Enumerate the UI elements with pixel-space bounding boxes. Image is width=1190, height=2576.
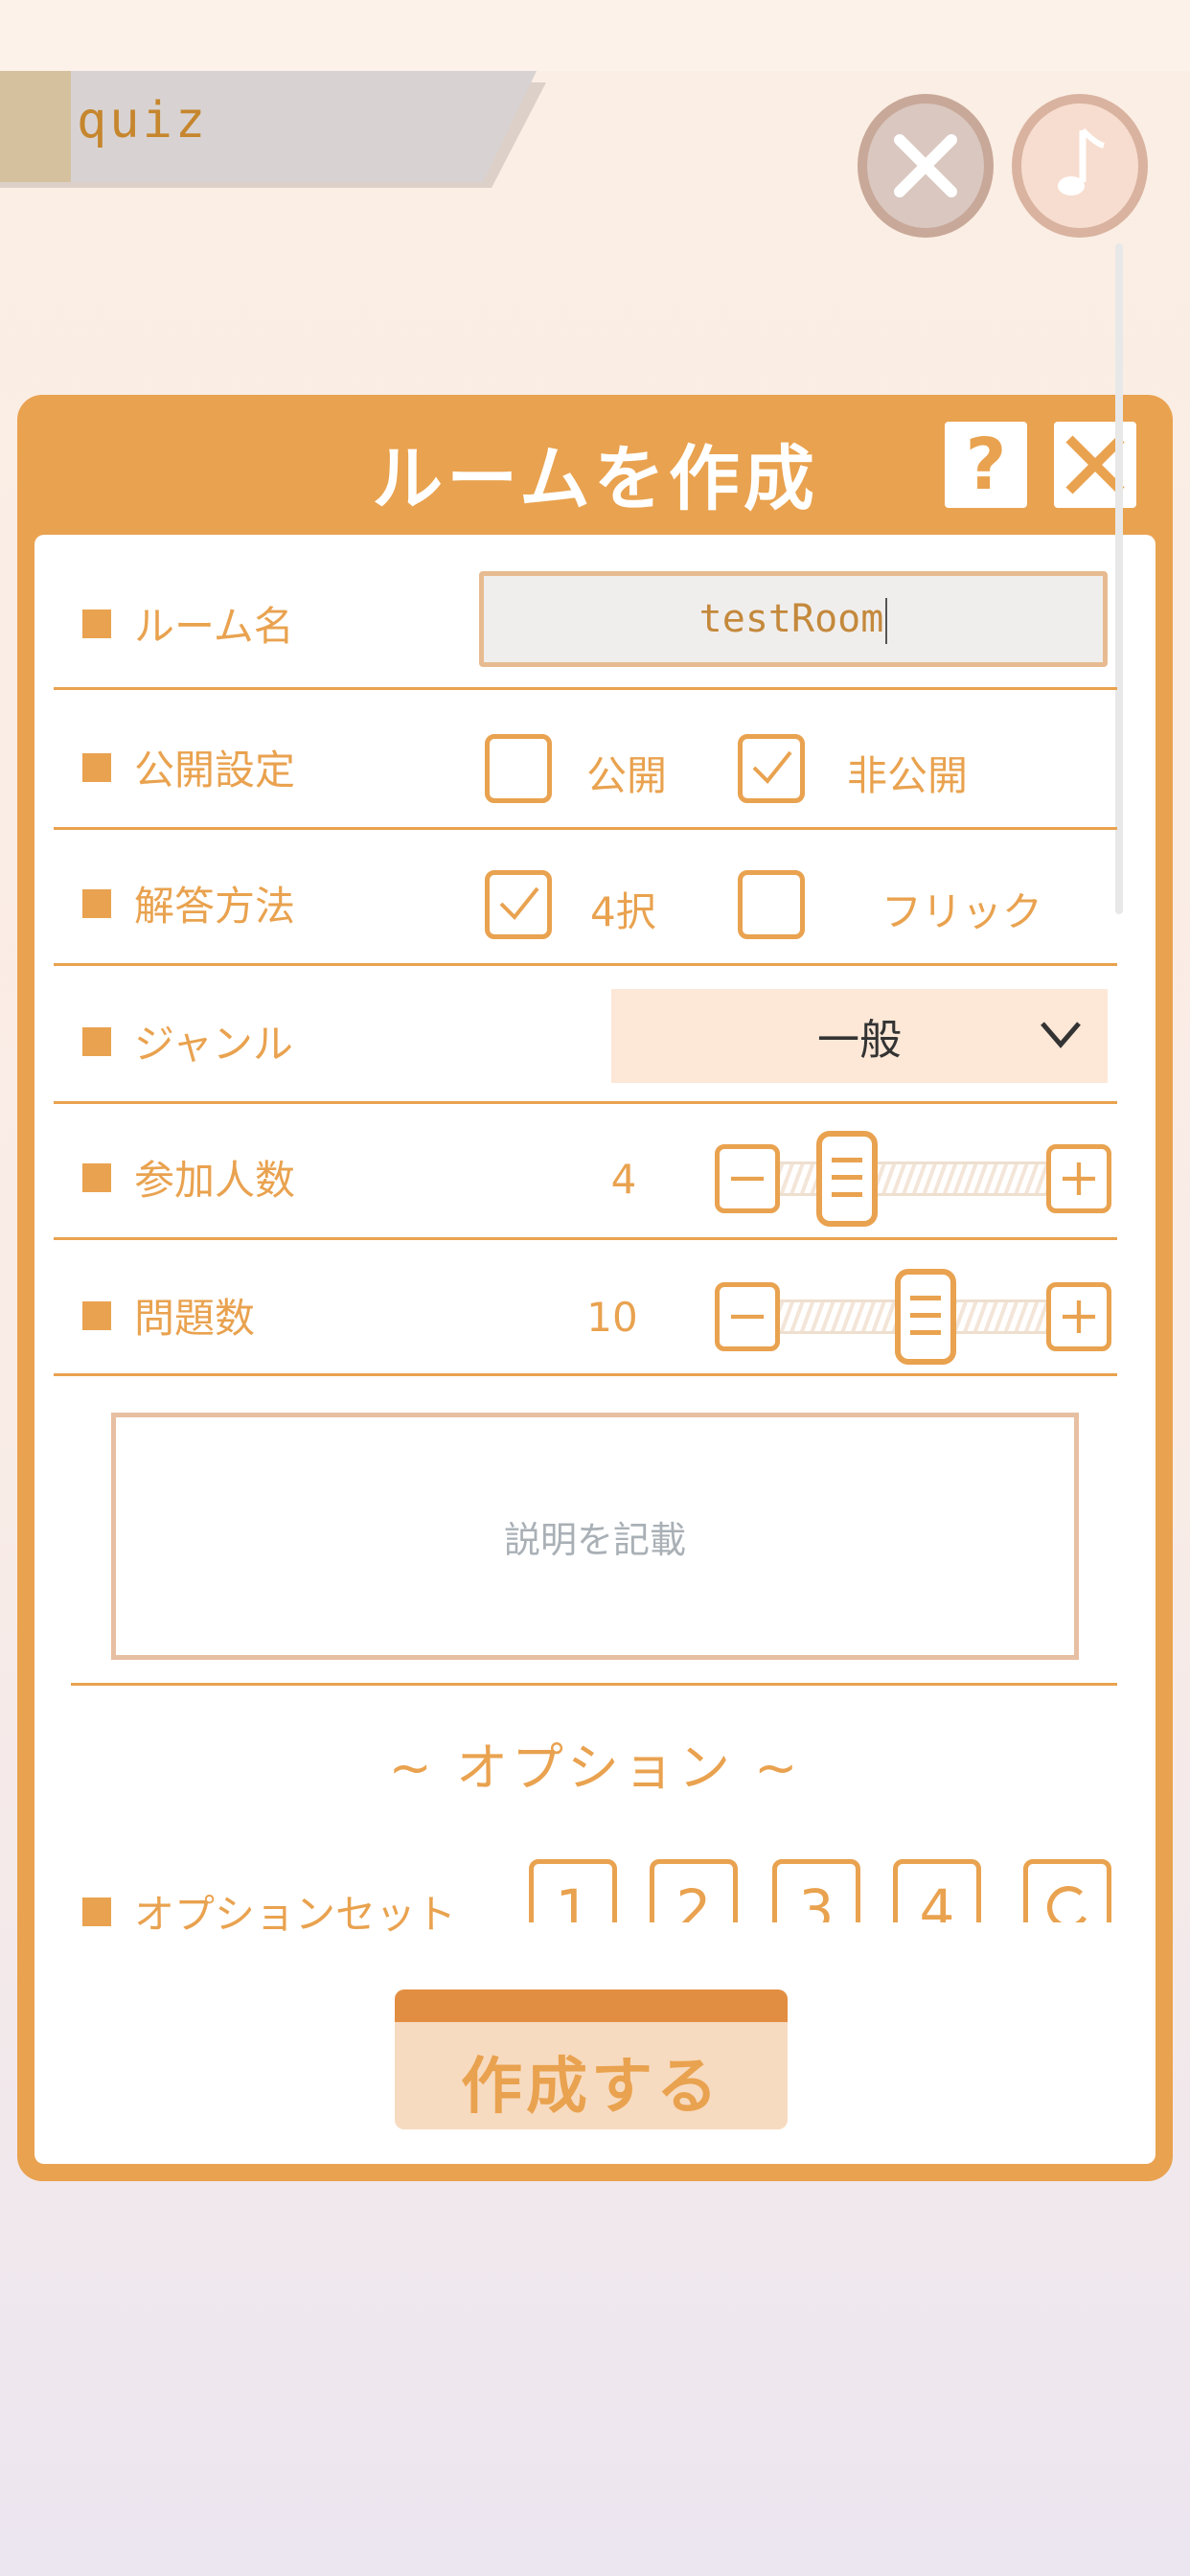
question-count-minus-button[interactable] xyxy=(715,1282,780,1351)
participants-value: 4 xyxy=(610,1156,637,1203)
question-count-value: 10 xyxy=(586,1294,638,1341)
description-textarea[interactable]: 説明を記載 xyxy=(111,1413,1079,1660)
participants-label: 参加人数 xyxy=(82,1148,295,1207)
minus-icon xyxy=(730,1314,765,1320)
options-heading: ~ オプション ~ xyxy=(388,1737,802,1798)
bullet xyxy=(82,1162,111,1192)
minus-icon xyxy=(730,1176,765,1182)
room-name-label: ルーム名 xyxy=(82,594,294,653)
check-icon xyxy=(499,886,539,920)
plus-icon xyxy=(1062,1162,1096,1196)
music-note-icon xyxy=(1058,127,1105,196)
four-choice-checkbox[interactable] xyxy=(485,870,552,939)
chevron-down-icon xyxy=(1041,1022,1081,1048)
question-count-plus-button[interactable] xyxy=(1046,1282,1111,1351)
bullet xyxy=(82,1300,111,1330)
room-name-input[interactable]: testRoom xyxy=(479,571,1108,667)
participants-plus-button[interactable] xyxy=(1046,1144,1111,1213)
genre-label: ジャンル xyxy=(82,1012,293,1070)
preset-3-button[interactable]: 3 xyxy=(772,1859,860,1922)
dialog-close-button[interactable] xyxy=(1054,422,1136,508)
private-label: 非公開 xyxy=(847,752,969,799)
question-count-label-text: 問題数 xyxy=(134,1295,256,1342)
bullet xyxy=(82,752,111,782)
participants-minus-button[interactable] xyxy=(715,1144,780,1213)
refresh-icon xyxy=(1046,1886,1087,1922)
option-set-presets: 1 2 3 4 xyxy=(517,1850,1131,1922)
check-icon xyxy=(752,750,792,784)
create-button[interactable]: 作成する xyxy=(395,1990,788,2129)
question-count-slider-thumb[interactable] xyxy=(895,1269,956,1365)
description-placeholder: 説明を記載 xyxy=(503,1518,686,1561)
preset-4-button[interactable]: 4 xyxy=(893,1859,981,1922)
genre-selected-value: 一般 xyxy=(817,1016,902,1065)
close-screen-button[interactable] xyxy=(858,94,994,238)
create-button-cap xyxy=(395,1990,788,2022)
answer-method-label: 解答方法 xyxy=(82,874,295,932)
flick-label: フリック xyxy=(881,888,1043,935)
quiz-tag-label: quiz xyxy=(77,92,209,150)
bullet xyxy=(82,1026,111,1056)
option-set-label-text: オプションセット xyxy=(134,1891,457,1938)
help-button[interactable]: ? xyxy=(945,422,1027,508)
room-name-label-text: ルーム名 xyxy=(134,603,294,650)
preset-1-button[interactable]: 1 xyxy=(529,1859,617,1922)
flick-checkbox[interactable] xyxy=(738,870,805,939)
option-set-label: オプションセット xyxy=(82,1882,456,1941)
close-circle-icon xyxy=(894,134,957,197)
genre-label-text: ジャンル xyxy=(134,1021,293,1068)
four-choice-label: 4択 xyxy=(590,888,656,935)
create-button-label: 作成する xyxy=(461,2052,721,2123)
quiz-tag: quiz xyxy=(0,71,546,188)
public-checkbox[interactable] xyxy=(485,734,552,803)
bullet xyxy=(82,609,111,638)
question-count-label: 問題数 xyxy=(82,1286,255,1345)
room-name-value: testRoom xyxy=(698,597,884,641)
public-label: 公開 xyxy=(586,752,668,799)
participants-slider-thumb[interactable] xyxy=(816,1131,878,1227)
plus-icon xyxy=(1062,1300,1096,1334)
visibility-label-text: 公開設定 xyxy=(134,747,296,794)
participants-label-text: 参加人数 xyxy=(134,1157,296,1204)
private-checkbox[interactable] xyxy=(738,734,805,803)
answer-method-label-text: 解答方法 xyxy=(134,883,296,930)
bullet xyxy=(82,1897,111,1926)
quiz-tag-stripe xyxy=(0,71,71,182)
reset-preset-button[interactable] xyxy=(1023,1859,1111,1922)
music-button[interactable] xyxy=(1012,94,1148,238)
visibility-label: 公開設定 xyxy=(82,738,295,796)
section-divider xyxy=(71,1683,1117,1686)
text-caret xyxy=(885,598,888,644)
preset-2-button[interactable]: 2 xyxy=(650,1859,738,1922)
bullet xyxy=(82,888,111,918)
top-bar xyxy=(0,0,1190,71)
genre-select[interactable]: 一般 xyxy=(611,989,1108,1083)
